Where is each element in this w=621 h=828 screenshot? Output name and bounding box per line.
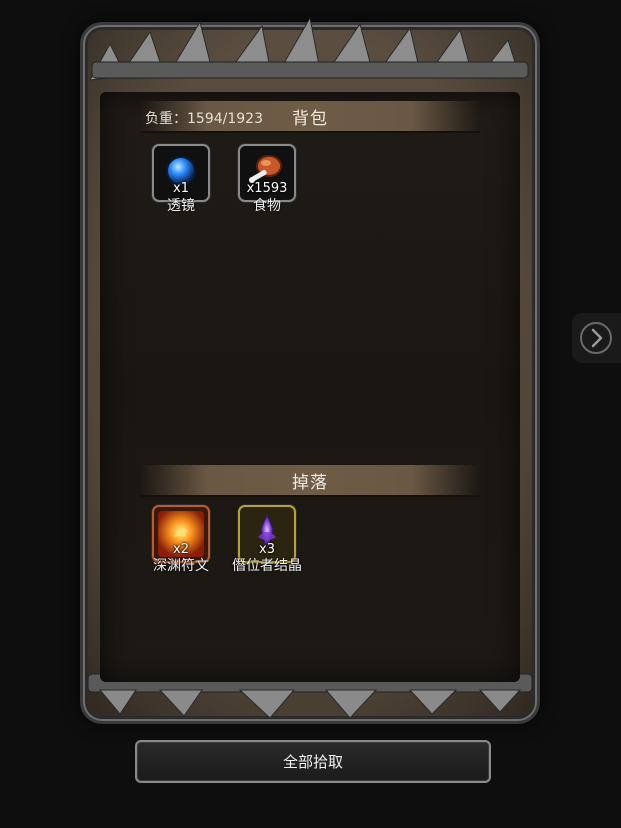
backpack-title: 背包	[292, 109, 328, 129]
item-name: 食物	[253, 198, 281, 214]
weight-readout: 负重：1594/1923	[145, 111, 263, 127]
drops-title: 掉落	[292, 473, 328, 493]
pick-all-button[interactable]: 全部拾取	[135, 740, 491, 783]
next-page-button[interactable]	[572, 313, 621, 363]
chevron-right-icon	[580, 322, 612, 354]
item-name: 僭位者结晶	[232, 558, 302, 574]
item-slot-usurper-crystal[interactable]: x3	[240, 507, 294, 561]
item-slot-food[interactable]: x1593	[240, 146, 294, 200]
item-slot-abyss-rune[interactable]: x2	[154, 507, 208, 561]
item-name: 透镜	[167, 198, 195, 214]
pick-all-label: 全部拾取	[282, 753, 343, 771]
item-quantity: x1	[173, 181, 189, 196]
item-name: 深渊符文	[153, 558, 209, 574]
item-quantity: x1593	[246, 181, 288, 196]
item-slot-lens[interactable]: x1	[154, 146, 208, 200]
